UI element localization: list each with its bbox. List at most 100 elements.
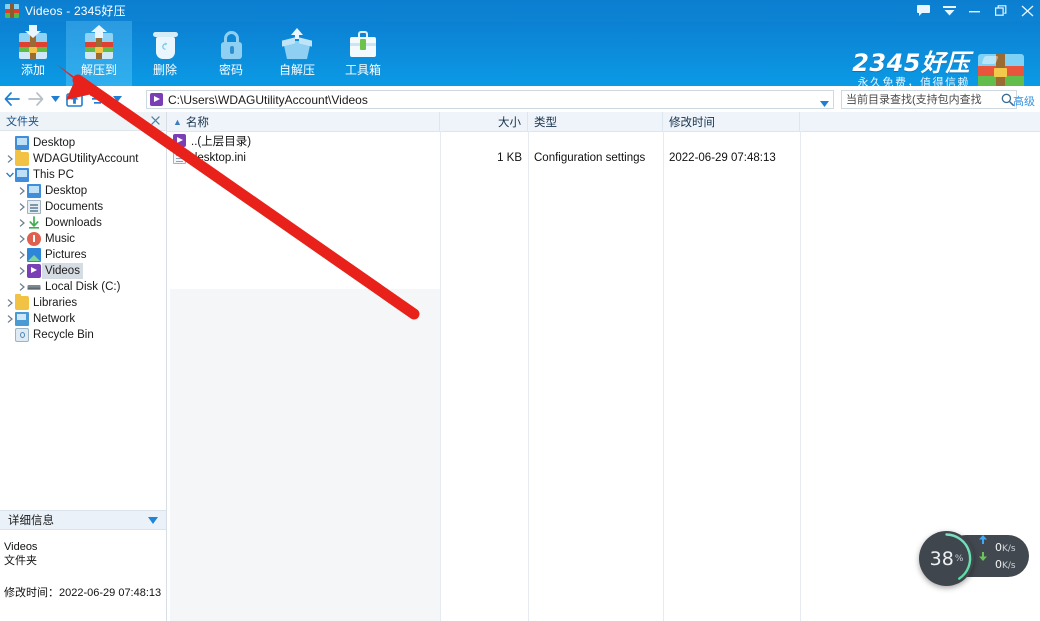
views-chevron-down-icon[interactable] bbox=[110, 86, 124, 112]
column-headers: ▲ 名称 大小 类型 修改时间 bbox=[167, 112, 1040, 132]
sidebar-item-local-disk-c[interactable]: Local Disk (C:) bbox=[0, 279, 166, 295]
sidebar-close-icon[interactable] bbox=[151, 114, 160, 128]
history-chevron-down-icon[interactable] bbox=[48, 86, 62, 112]
close-icon[interactable] bbox=[1014, 0, 1040, 21]
details-header[interactable]: 详细信息 bbox=[0, 510, 166, 530]
sidebar-item-pictures[interactable]: Pictures bbox=[0, 247, 166, 263]
column-label: 类型 bbox=[534, 114, 557, 130]
ini-file-icon bbox=[173, 151, 186, 164]
toolbar: 添加 解压到 删除 bbox=[0, 21, 1040, 86]
lock-icon bbox=[211, 25, 251, 61]
sidebar-item-downloads[interactable]: Downloads bbox=[0, 215, 166, 231]
sidebar-item-label: Network bbox=[33, 311, 75, 327]
network-speed-widget[interactable]: 38% 0K/s 0K/s bbox=[919, 531, 1029, 581]
file-name: desktop.ini bbox=[191, 152, 246, 164]
brand-archive-icon bbox=[978, 54, 1024, 88]
toolbar-button-selfextract[interactable]: 自解压 bbox=[264, 21, 330, 86]
toolbar-button-password[interactable]: 密码 bbox=[198, 21, 264, 86]
column-label: 名称 bbox=[186, 114, 209, 130]
sidebar-item-label: Music bbox=[45, 231, 75, 247]
sort-ascending-icon: ▲ bbox=[173, 117, 182, 127]
feedback-icon[interactable] bbox=[910, 0, 936, 21]
cell-modified bbox=[663, 132, 800, 149]
sidebar-item-label: Local Disk (C:) bbox=[45, 279, 120, 295]
download-icon bbox=[27, 216, 41, 230]
chevron-right-icon[interactable] bbox=[16, 263, 27, 279]
tree-spacer bbox=[4, 135, 15, 151]
column-header-size[interactable]: 大小 bbox=[440, 112, 528, 131]
upload-value: 0 bbox=[995, 541, 1002, 554]
chevron-right-icon[interactable] bbox=[4, 311, 15, 327]
sidebar-item-label: Documents bbox=[45, 199, 103, 215]
chevron-down-icon[interactable] bbox=[4, 167, 15, 183]
list-empty-area bbox=[170, 289, 440, 621]
column-header-modified[interactable]: 修改时间 bbox=[663, 112, 800, 131]
picture-icon bbox=[27, 248, 41, 262]
column-header-type[interactable]: 类型 bbox=[528, 112, 663, 131]
table-row[interactable]: desktop.ini1 KBConfiguration settings202… bbox=[167, 149, 1040, 166]
sidebar-item-label: Pictures bbox=[45, 247, 87, 263]
list-view-icon[interactable] bbox=[86, 86, 110, 112]
monitor-icon bbox=[15, 168, 29, 182]
toolbar-label: 删除 bbox=[153, 63, 177, 77]
toolbar-label: 密码 bbox=[219, 63, 243, 77]
table-row[interactable]: ..(上层目录) bbox=[167, 132, 1040, 149]
archive-add-icon bbox=[13, 25, 53, 61]
address-bar[interactable]: C:\Users\WDAGUtilityAccount\Videos bbox=[146, 90, 834, 109]
upload-unit: K/s bbox=[1002, 544, 1016, 554]
search-box[interactable] bbox=[841, 90, 1017, 109]
speed-readouts: 0K/s 0K/s bbox=[977, 539, 1027, 573]
sidebar-item-label: Desktop bbox=[45, 183, 87, 199]
details-chevron-down-icon[interactable] bbox=[148, 513, 158, 527]
toolbar-button-toolbox[interactable]: 工具箱 bbox=[330, 21, 396, 86]
download-unit: K/s bbox=[1002, 561, 1016, 571]
minimize-icon[interactable] bbox=[962, 0, 988, 21]
up-folder-icon[interactable] bbox=[62, 86, 86, 112]
details-modified: 修改时间：2022-06-29 07:48:13 bbox=[4, 584, 162, 600]
download-value: 0 bbox=[995, 558, 1002, 571]
toolbar-button-extract-to[interactable]: 解压到 bbox=[66, 21, 132, 86]
chevron-down-icon[interactable] bbox=[936, 0, 962, 21]
search-input[interactable] bbox=[842, 91, 998, 108]
address-chevron-down-icon[interactable] bbox=[820, 96, 829, 110]
recycle-bin-icon bbox=[15, 328, 29, 342]
chevron-right-icon[interactable] bbox=[16, 247, 27, 263]
sidebar-item-recycle-bin[interactable]: Recycle Bin bbox=[0, 327, 166, 343]
folder-icon bbox=[15, 152, 29, 166]
chevron-right-icon[interactable] bbox=[16, 279, 27, 295]
restore-icon[interactable] bbox=[988, 0, 1014, 21]
chevron-right-icon[interactable] bbox=[16, 231, 27, 247]
cell-size bbox=[440, 132, 528, 149]
sidebar-item-libraries[interactable]: Libraries bbox=[0, 295, 166, 311]
sidebar-item-desktop[interactable]: Desktop bbox=[0, 135, 166, 151]
back-arrow-icon[interactable] bbox=[0, 86, 24, 112]
details-body: Videos 文件夹 修改时间：2022-06-29 07:48:13 bbox=[0, 530, 166, 600]
cell-size: 1 KB bbox=[440, 149, 528, 166]
window-controls bbox=[910, 0, 1040, 21]
sidebar-item-music[interactable]: Music bbox=[0, 231, 166, 247]
sidebar-item-wdagutilityaccount[interactable]: WDAGUtilityAccount bbox=[0, 151, 166, 167]
details-item-type: 文件夹 bbox=[4, 554, 162, 568]
toolbar-button-add[interactable]: 添加 bbox=[0, 21, 66, 86]
sidebar-item-desktop[interactable]: Desktop bbox=[0, 183, 166, 199]
advanced-search-link[interactable]: 高级 bbox=[1013, 93, 1035, 109]
sidebar-item-videos[interactable]: Videos bbox=[0, 263, 166, 279]
column-header-name[interactable]: ▲ 名称 bbox=[167, 112, 440, 131]
toolbar-button-delete[interactable]: 删除 bbox=[132, 21, 198, 86]
toolbar-items: 添加 解压到 删除 bbox=[0, 21, 396, 86]
sidebar-item-documents[interactable]: Documents bbox=[0, 199, 166, 215]
sidebar-item-label: Recycle Bin bbox=[33, 327, 94, 343]
chevron-right-icon[interactable] bbox=[4, 295, 15, 311]
title-bar: Videos - 2345好压 bbox=[0, 0, 1040, 21]
chevron-right-icon[interactable] bbox=[4, 151, 15, 167]
sidebar-item-this-pc[interactable]: This PC bbox=[0, 167, 166, 183]
download-row: 0K/s bbox=[977, 556, 1027, 573]
chevron-right-icon[interactable] bbox=[16, 199, 27, 215]
sidebar-item-network[interactable]: Network bbox=[0, 311, 166, 327]
monitor-icon bbox=[15, 136, 29, 150]
chevron-right-icon[interactable] bbox=[16, 215, 27, 231]
cell-name: ..(上层目录) bbox=[167, 132, 440, 149]
chevron-right-icon[interactable] bbox=[16, 183, 27, 199]
tree-spacer bbox=[4, 327, 15, 343]
sidebar-item-label: Desktop bbox=[33, 135, 75, 151]
